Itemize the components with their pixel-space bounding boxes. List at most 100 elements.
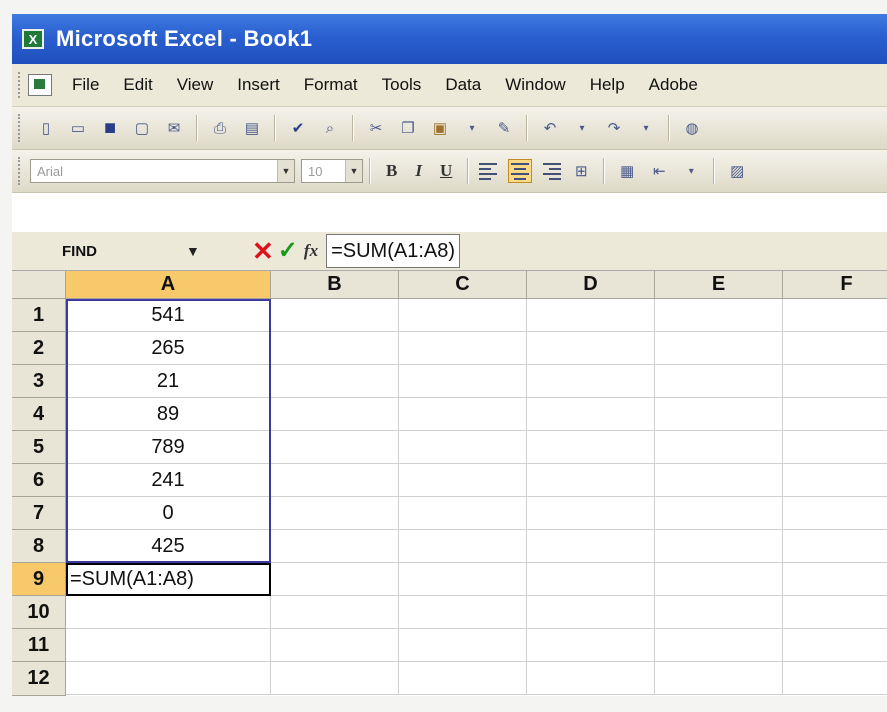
hyperlink-icon[interactable]: ◍ <box>681 117 703 139</box>
empty-cell[interactable] <box>271 563 399 596</box>
empty-cell[interactable] <box>655 464 783 497</box>
empty-cell[interactable] <box>527 464 655 497</box>
font-size-select[interactable]: 10 ▼ <box>301 159 363 183</box>
empty-cell[interactable] <box>399 398 527 431</box>
empty-cell[interactable] <box>527 431 655 464</box>
row-header[interactable]: 1 <box>12 299 66 332</box>
cell-a8[interactable]: 425 <box>66 530 271 563</box>
cut-icon[interactable]: ✂ <box>365 117 387 139</box>
empty-cell[interactable] <box>527 530 655 563</box>
empty-cell[interactable] <box>655 497 783 530</box>
empty-cell[interactable] <box>271 332 399 365</box>
font-name-select[interactable]: Arial ▼ <box>30 159 295 183</box>
chevron-down-icon[interactable]: ▼ <box>345 160 362 182</box>
row-header[interactable]: 4 <box>12 398 66 431</box>
borders-dropdown-icon[interactable]: ▾ <box>680 160 702 182</box>
save-icon[interactable]: ■ <box>99 117 121 139</box>
cell-a5[interactable]: 789 <box>66 431 271 464</box>
menu-view[interactable]: View <box>177 75 214 95</box>
empty-cell[interactable] <box>399 563 527 596</box>
cell-a3[interactable]: 21 <box>66 365 271 398</box>
empty-cell[interactable] <box>271 299 399 332</box>
empty-cell[interactable] <box>399 662 527 695</box>
empty-cell[interactable] <box>655 662 783 695</box>
empty-cell[interactable] <box>783 662 887 695</box>
empty-cell[interactable] <box>655 530 783 563</box>
empty-cell[interactable] <box>66 662 271 695</box>
empty-cell[interactable] <box>527 563 655 596</box>
menu-help[interactable]: Help <box>590 75 625 95</box>
new-icon[interactable]: ▯ <box>35 117 57 139</box>
row-header[interactable]: 10 <box>12 596 66 629</box>
paste-dropdown-icon[interactable]: ▾ <box>461 117 483 139</box>
empty-cell[interactable] <box>527 662 655 695</box>
empty-cell[interactable] <box>399 629 527 662</box>
permission-icon[interactable]: ▢ <box>131 117 153 139</box>
empty-cell[interactable] <box>655 299 783 332</box>
row-header[interactable]: 6 <box>12 464 66 497</box>
copy-icon[interactable]: ❐ <box>397 117 419 139</box>
menu-adobe[interactable]: Adobe <box>649 75 698 95</box>
row-header[interactable]: 7 <box>12 497 66 530</box>
chevron-down-icon[interactable]: ▼ <box>277 160 294 182</box>
workbook-icon[interactable] <box>28 74 52 96</box>
empty-cell[interactable] <box>271 365 399 398</box>
empty-cell[interactable] <box>527 299 655 332</box>
paste-icon[interactable]: ▣ <box>429 117 451 139</box>
empty-cell[interactable] <box>271 497 399 530</box>
redo-dropdown-icon[interactable]: ▾ <box>635 117 657 139</box>
formula-input[interactable]: =SUM(A1:A8) <box>326 234 461 268</box>
empty-cell[interactable] <box>783 332 887 365</box>
align-right-icon[interactable] <box>539 160 562 182</box>
email-icon[interactable]: ✉ <box>163 117 185 139</box>
menu-file[interactable]: File <box>72 75 99 95</box>
empty-cell[interactable] <box>783 431 887 464</box>
align-left-icon[interactable] <box>479 160 501 182</box>
name-box[interactable]: FIND ▼ <box>62 238 252 264</box>
menu-edit[interactable]: Edit <box>123 75 152 95</box>
bold-button[interactable]: B <box>386 161 397 181</box>
cell-a2[interactable]: 265 <box>66 332 271 365</box>
empty-cell[interactable] <box>783 596 887 629</box>
cell-a6[interactable]: 241 <box>66 464 271 497</box>
research-icon[interactable]: ⌕ <box>319 117 341 139</box>
column-header-a[interactable]: A <box>66 271 271 299</box>
column-header-d[interactable]: D <box>527 271 655 299</box>
empty-cell[interactable] <box>783 299 887 332</box>
empty-cell[interactable] <box>399 596 527 629</box>
empty-cell[interactable] <box>655 563 783 596</box>
empty-cell[interactable] <box>783 398 887 431</box>
row-header[interactable]: 12 <box>12 662 66 696</box>
empty-cell[interactable] <box>271 398 399 431</box>
empty-cell[interactable] <box>271 596 399 629</box>
empty-cell[interactable] <box>783 497 887 530</box>
menu-format[interactable]: Format <box>304 75 358 95</box>
select-all-corner[interactable] <box>12 271 66 299</box>
cell-a1[interactable]: 541 <box>66 299 271 332</box>
decrease-indent-icon[interactable]: ⇤ <box>648 160 670 182</box>
column-header-f[interactable]: F <box>783 271 887 299</box>
empty-cell[interactable] <box>399 464 527 497</box>
cell-a9[interactable]: =SUM(A1:A8) <box>66 563 271 596</box>
empty-cell[interactable] <box>655 596 783 629</box>
print-icon[interactable]: ⎙ <box>209 117 231 139</box>
menu-tools[interactable]: Tools <box>382 75 422 95</box>
menu-window[interactable]: Window <box>505 75 565 95</box>
currency-icon[interactable]: ▦ <box>616 160 638 182</box>
empty-cell[interactable] <box>271 629 399 662</box>
row-header[interactable]: 8 <box>12 530 66 563</box>
open-icon[interactable]: ▭ <box>67 117 89 139</box>
cell-a7[interactable]: 0 <box>66 497 271 530</box>
empty-cell[interactable] <box>783 464 887 497</box>
empty-cell[interactable] <box>527 629 655 662</box>
empty-cell[interactable] <box>271 530 399 563</box>
column-header-b[interactable]: B <box>271 271 399 299</box>
row-header[interactable]: 3 <box>12 365 66 398</box>
column-header-c[interactable]: C <box>399 271 527 299</box>
undo-dropdown-icon[interactable]: ▾ <box>571 117 593 139</box>
fill-color-icon[interactable]: ▨ <box>726 160 748 182</box>
empty-cell[interactable] <box>655 332 783 365</box>
italic-button[interactable]: I <box>415 161 422 181</box>
redo-icon[interactable]: ↷ <box>603 117 625 139</box>
empty-cell[interactable] <box>399 431 527 464</box>
